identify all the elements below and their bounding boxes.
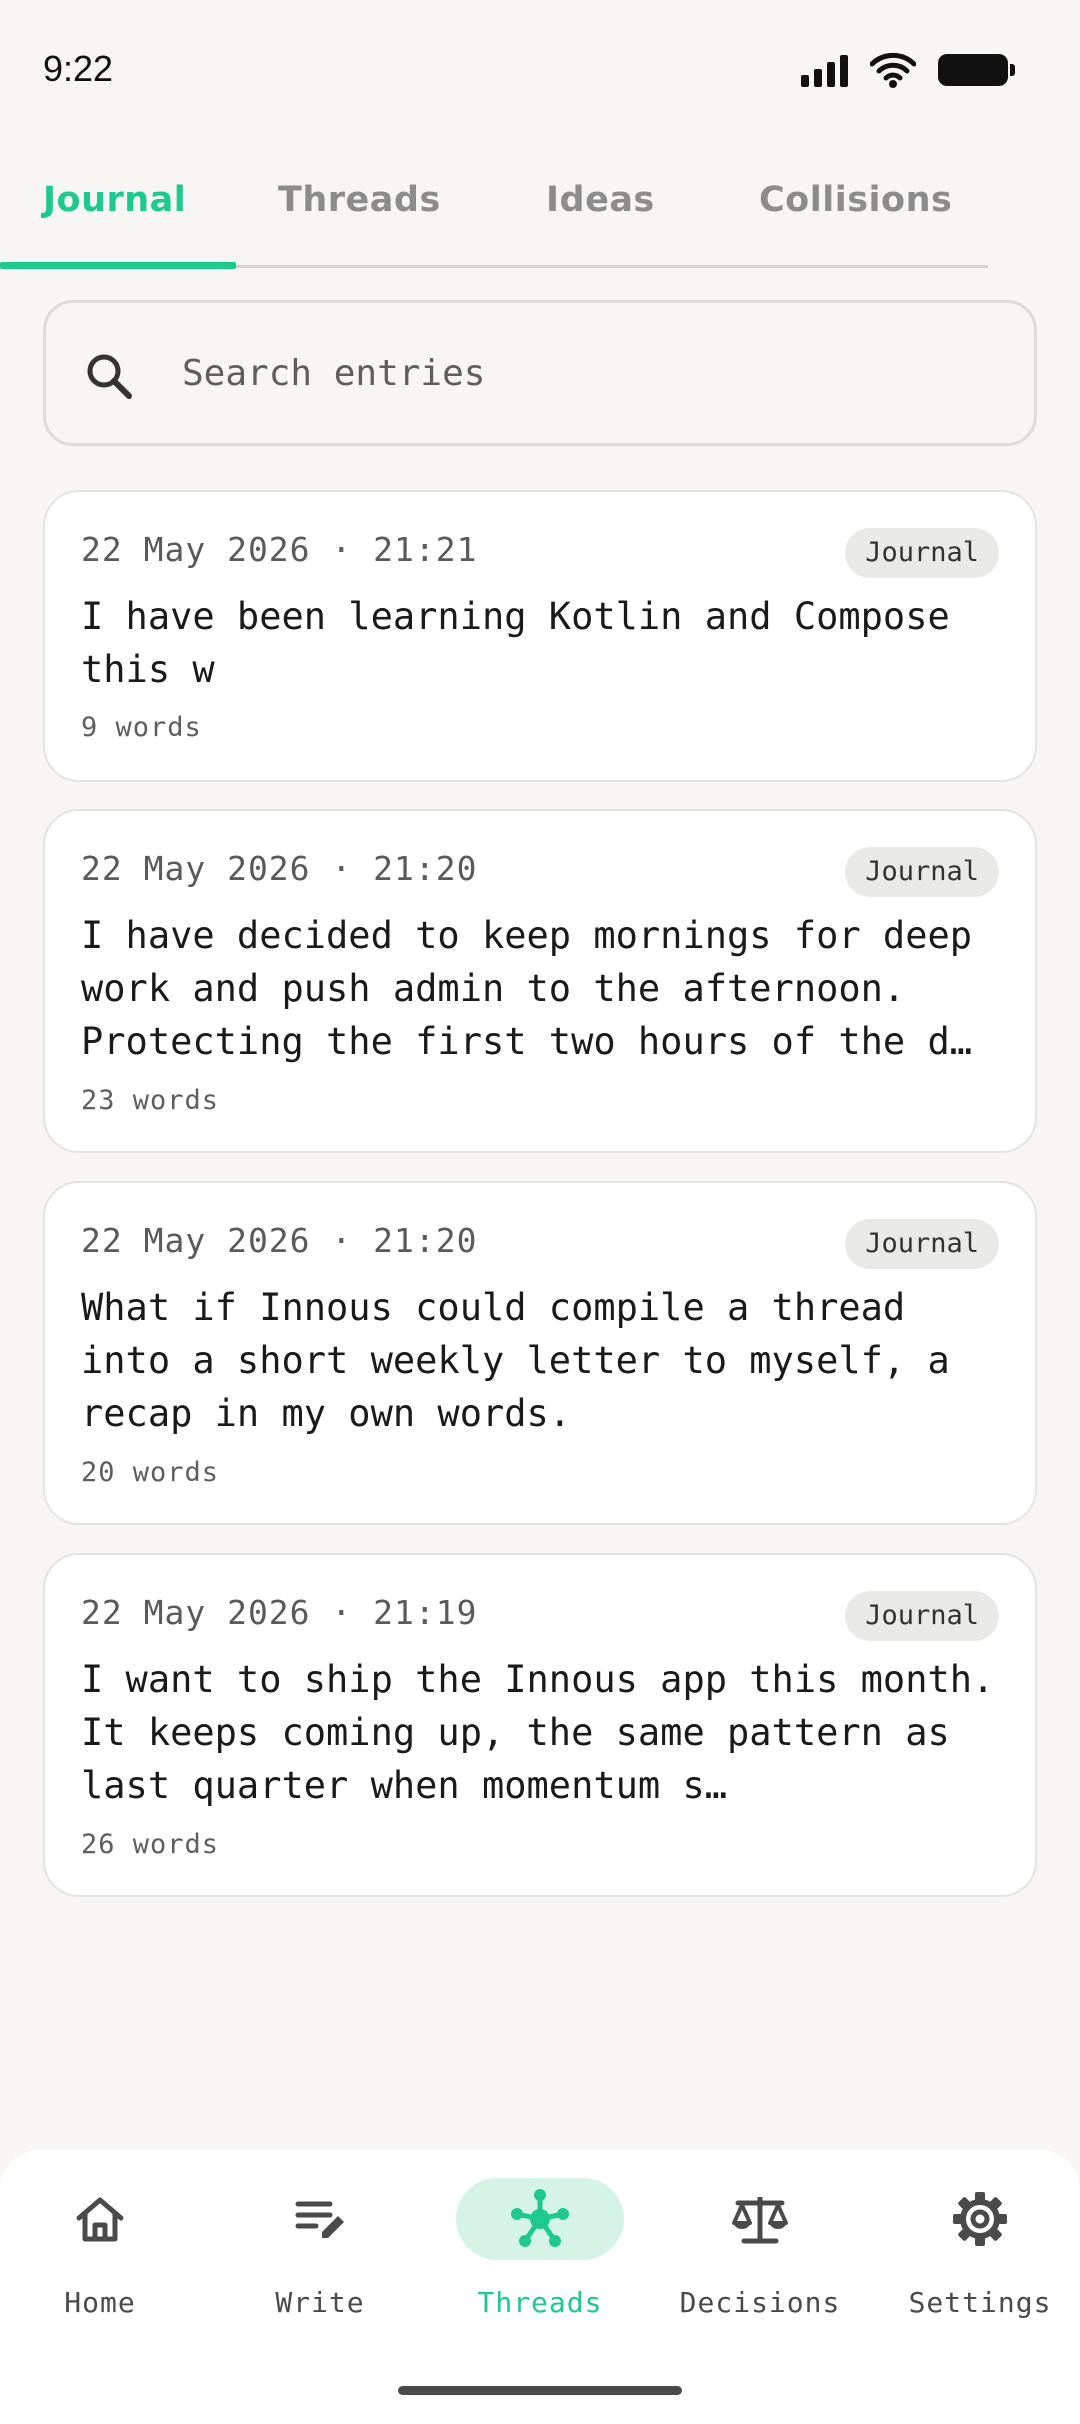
entry-date: 22 May 2026 · 21:21 <box>81 530 478 569</box>
tab-ideas[interactable]: Ideas <box>546 180 655 220</box>
entry-date: 22 May 2026 · 21:20 <box>81 849 478 888</box>
home-indicator <box>398 2386 682 2395</box>
nav-write-label: Write <box>275 2286 365 2319</box>
entry-badge: Journal <box>845 1219 999 1269</box>
entry-text: What if Innous could compile a thread in… <box>81 1286 950 1435</box>
home-icon <box>76 2197 124 2242</box>
entry-date: 22 May 2026 · 21:20 <box>81 1221 478 1260</box>
entry-word-count: 26 words <box>81 1829 220 1860</box>
threads-icon <box>511 2189 569 2247</box>
status-bar: 9:22 <box>0 0 1080 140</box>
entry-word-count: 20 words <box>81 1457 220 1488</box>
entry-badge: Journal <box>845 528 999 578</box>
signal-icon <box>801 53 848 87</box>
entry-text: I have been learning Kotlin and Compose … <box>81 595 950 691</box>
entry-text: I have decided to keep mornings for deep… <box>81 914 973 1063</box>
nav-write[interactable]: Write <box>220 2178 420 2338</box>
status-icons <box>801 52 1015 88</box>
entry-card[interactable]: 22 May 2026 · 21:20 Journal What if Inno… <box>43 1181 1037 1525</box>
entry-card[interactable]: 22 May 2026 · 21:21 Journal I have been … <box>43 490 1037 782</box>
nav-home[interactable]: Home <box>0 2178 200 2338</box>
entry-text: I want to ship the Innous app this month… <box>81 1658 995 1807</box>
scale-icon <box>732 2197 788 2244</box>
entry-badge: Journal <box>845 1591 999 1641</box>
battery-icon <box>938 54 1015 86</box>
tab-collisions[interactable]: Collisions <box>759 180 952 220</box>
status-time: 9:22 <box>43 48 114 89</box>
entry-word-count: 9 words <box>81 712 202 743</box>
active-tab-indicator <box>0 262 236 269</box>
tab-bar: Journal Threads Ideas Collisions <box>0 160 988 269</box>
nav-threads[interactable]: Threads <box>440 2178 640 2338</box>
bottom-navigation: Home Write Threads Decisions Settings <box>0 2150 1080 2424</box>
gear-icon <box>953 2192 1007 2246</box>
wifi-icon <box>870 52 916 88</box>
nav-settings-label: Settings <box>908 2286 1052 2319</box>
search-bar[interactable] <box>43 300 1037 446</box>
entry-date: 22 May 2026 · 21:19 <box>81 1593 478 1632</box>
entry-word-count: 23 words <box>81 1085 220 1116</box>
screen: 9:22 Journal Threads Ideas Collisions Se… <box>0 0 1080 2424</box>
entry-badge: Journal <box>845 847 999 897</box>
nav-threads-label: Threads <box>477 2286 603 2319</box>
nav-decisions[interactable]: Decisions <box>660 2178 860 2338</box>
write-icon <box>295 2201 344 2238</box>
entry-card[interactable]: 22 May 2026 · 21:19 Journal I want to sh… <box>43 1553 1037 1897</box>
tab-threads[interactable]: Threads <box>278 180 441 220</box>
nav-settings[interactable]: Settings <box>880 2178 1080 2338</box>
nav-home-label: Home <box>64 2286 136 2319</box>
search-input[interactable] <box>182 343 982 403</box>
nav-decisions-label: Decisions <box>679 2286 841 2319</box>
tab-journal[interactable]: Journal <box>43 180 186 220</box>
search-icon <box>87 354 132 399</box>
entry-card[interactable]: 22 May 2026 · 21:20 Journal I have decid… <box>43 809 1037 1153</box>
